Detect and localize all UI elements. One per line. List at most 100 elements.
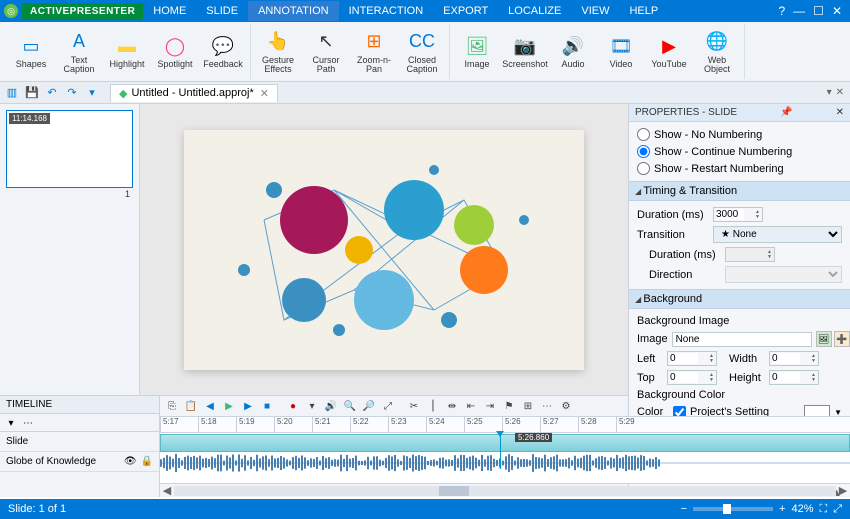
ribbon-gesture-effects[interactable]: 👆GestureEffects (254, 24, 302, 79)
record-icon[interactable]: ● (285, 398, 301, 414)
save-icon[interactable]: 💾 (24, 85, 40, 101)
zoom-out-icon[interactable]: 🔎 (361, 398, 377, 414)
ribbon-closed-caption[interactable]: CCClosedCaption (398, 24, 446, 79)
panel-close-icon[interactable]: ✕ (836, 87, 844, 98)
scroll-right-icon[interactable]: ▶ (836, 484, 850, 497)
menu-localize[interactable]: LOCALIZE (498, 1, 571, 21)
copy-icon[interactable]: ⎘ (164, 398, 180, 414)
fit-icon[interactable]: ⤢ (380, 398, 396, 414)
ribbon-web-object[interactable]: 🌐WebObject (693, 24, 741, 79)
prev-icon[interactable]: ◀ (202, 398, 218, 414)
ribbon-spotlight[interactable]: ◯Spotlight (151, 24, 199, 79)
menu-slide[interactable]: SLIDE (196, 1, 248, 21)
section-timing[interactable]: Timing & Transition (629, 181, 850, 201)
ribbon-cursor-path[interactable]: ↖CursorPath (302, 24, 350, 79)
track-globe[interactable]: Globe of Knowledge 👁 🔒 (0, 452, 159, 472)
maximize-icon[interactable]: ☐ (813, 4, 824, 18)
panel-options-icon[interactable]: ▾ (827, 87, 832, 98)
expand-icon[interactable]: ⤢ (833, 503, 842, 516)
slide-thumbnail-panel: 11:14.168 1 (0, 104, 140, 395)
slide-canvas[interactable] (140, 104, 628, 395)
height-input[interactable]: ▲▼ (769, 370, 819, 385)
paste-icon[interactable]: 📋 (183, 398, 199, 414)
slide-thumbnail[interactable]: 11:14.168 1 (6, 110, 133, 188)
new-icon[interactable]: ▥ (4, 85, 20, 101)
minimize-icon[interactable]: — (793, 4, 805, 18)
radio-continue-numbering[interactable] (637, 145, 650, 158)
radio-no-numbering[interactable] (637, 128, 650, 141)
document-tab[interactable]: ◆ Untitled - Untitled.approj* ✕ (110, 84, 278, 102)
ribbon-feedback[interactable]: 💬Feedback (199, 24, 247, 79)
close-icon[interactable]: ✕ (832, 4, 842, 18)
zoom-out-btn[interactable]: − (681, 503, 687, 515)
merge-icon[interactable]: ⇹ (444, 398, 460, 414)
settings-icon[interactable]: ⚙ (558, 398, 574, 414)
ribbon-youtube[interactable]: ▶YouTube (645, 24, 693, 79)
ribbon-video[interactable]: 🎞Video (597, 24, 645, 79)
undo-icon[interactable]: ↶ (44, 85, 60, 101)
track-slide[interactable]: Slide (0, 432, 159, 452)
play-icon[interactable]: ▶ (221, 398, 237, 414)
audio-waveform[interactable] (160, 454, 850, 472)
lock-icon[interactable]: 🔒 (141, 456, 153, 467)
ruler-tick: 5:23 (388, 417, 426, 432)
ribbon-zoom-n-pan[interactable]: ⊞Zoom-n-Pan (350, 24, 398, 79)
menu-help[interactable]: HELP (619, 1, 668, 21)
ribbon-image[interactable]: 🖼Image (453, 24, 501, 79)
zoom-in-btn[interactable]: + (779, 503, 785, 515)
browse-image-icon[interactable]: 🖼 (816, 331, 832, 347)
menu-home[interactable]: HOME (143, 1, 196, 21)
timeline-body[interactable]: 5:26.860 (160, 433, 850, 483)
visibility-icon[interactable]: 👁 (124, 456, 137, 467)
image-input[interactable] (672, 332, 812, 347)
transition-select[interactable]: ★ None (713, 226, 842, 243)
snap-icon[interactable]: ⊞ (520, 398, 536, 414)
zoom-slider[interactable] (693, 507, 773, 511)
slide-clip[interactable] (160, 434, 850, 452)
next-icon[interactable]: ▶ (240, 398, 256, 414)
section-background[interactable]: Background (629, 289, 850, 309)
menu-annotation[interactable]: ANNOTATION (248, 1, 338, 21)
volume-icon[interactable]: 🔊 (323, 398, 339, 414)
ribbon-text-caption[interactable]: ATextCaption (55, 24, 103, 79)
ribbon-audio[interactable]: 🔊Audio (549, 24, 597, 79)
direction-select[interactable] (725, 266, 842, 283)
redo-icon[interactable]: ↷ (64, 85, 80, 101)
menu-export[interactable]: EXPORT (433, 1, 498, 21)
scroll-thumb[interactable] (439, 486, 469, 496)
panel-close-icon[interactable]: ✕ (836, 107, 844, 118)
marker-icon[interactable]: ⚑ (501, 398, 517, 414)
tl-dropdown-icon[interactable]: ▾ (4, 416, 18, 430)
top-input[interactable]: ▲▼ (667, 370, 717, 385)
playhead[interactable] (500, 433, 501, 469)
stop-icon[interactable]: ■ (259, 398, 275, 414)
ribbon-highlight[interactable]: ▬Highlight (103, 24, 151, 79)
radio-restart-numbering[interactable] (637, 162, 650, 175)
ribbon-shapes[interactable]: ▭Shapes (7, 24, 55, 79)
ruler-tick: 5:27 (540, 417, 578, 432)
cut-icon[interactable]: ✂ (406, 398, 422, 414)
width-input[interactable]: ▲▼ (769, 351, 819, 366)
pin-icon[interactable]: 📌 (780, 107, 792, 118)
timeline-scrollbar[interactable]: ◀ ▶ (160, 483, 850, 497)
left-input[interactable]: ▲▼ (667, 351, 717, 366)
trim-left-icon[interactable]: ⇤ (463, 398, 479, 414)
more-icon[interactable]: ⋯ (539, 398, 555, 414)
qat-dropdown-icon[interactable]: ▾ (84, 85, 100, 101)
split-icon[interactable]: ⎮ (425, 398, 441, 414)
tl-options-icon[interactable]: ⋯ (21, 416, 35, 430)
trim-right-icon[interactable]: ⇥ (482, 398, 498, 414)
help-icon[interactable]: ? (778, 4, 785, 18)
timeline-ruler[interactable]: 5:175:185:195:205:215:225:235:245:255:26… (160, 417, 850, 433)
sub-duration-input[interactable]: ▲▼ (725, 247, 775, 262)
add-image-icon[interactable]: ➕ (834, 331, 850, 347)
tab-close-icon[interactable]: ✕ (260, 87, 269, 100)
zoom-in-icon[interactable]: 🔍 (342, 398, 358, 414)
menu-interaction[interactable]: INTERACTION (339, 1, 434, 21)
menu-view[interactable]: VIEW (571, 1, 619, 21)
duration-input[interactable]: ▲▼ (713, 207, 763, 222)
scroll-left-icon[interactable]: ◀ (160, 484, 174, 497)
ribbon-screenshot[interactable]: 📷Screenshot (501, 24, 549, 79)
rec-dropdown-icon[interactable]: ▾ (304, 398, 320, 414)
fit-screen-icon[interactable]: ⛶ (819, 503, 827, 516)
